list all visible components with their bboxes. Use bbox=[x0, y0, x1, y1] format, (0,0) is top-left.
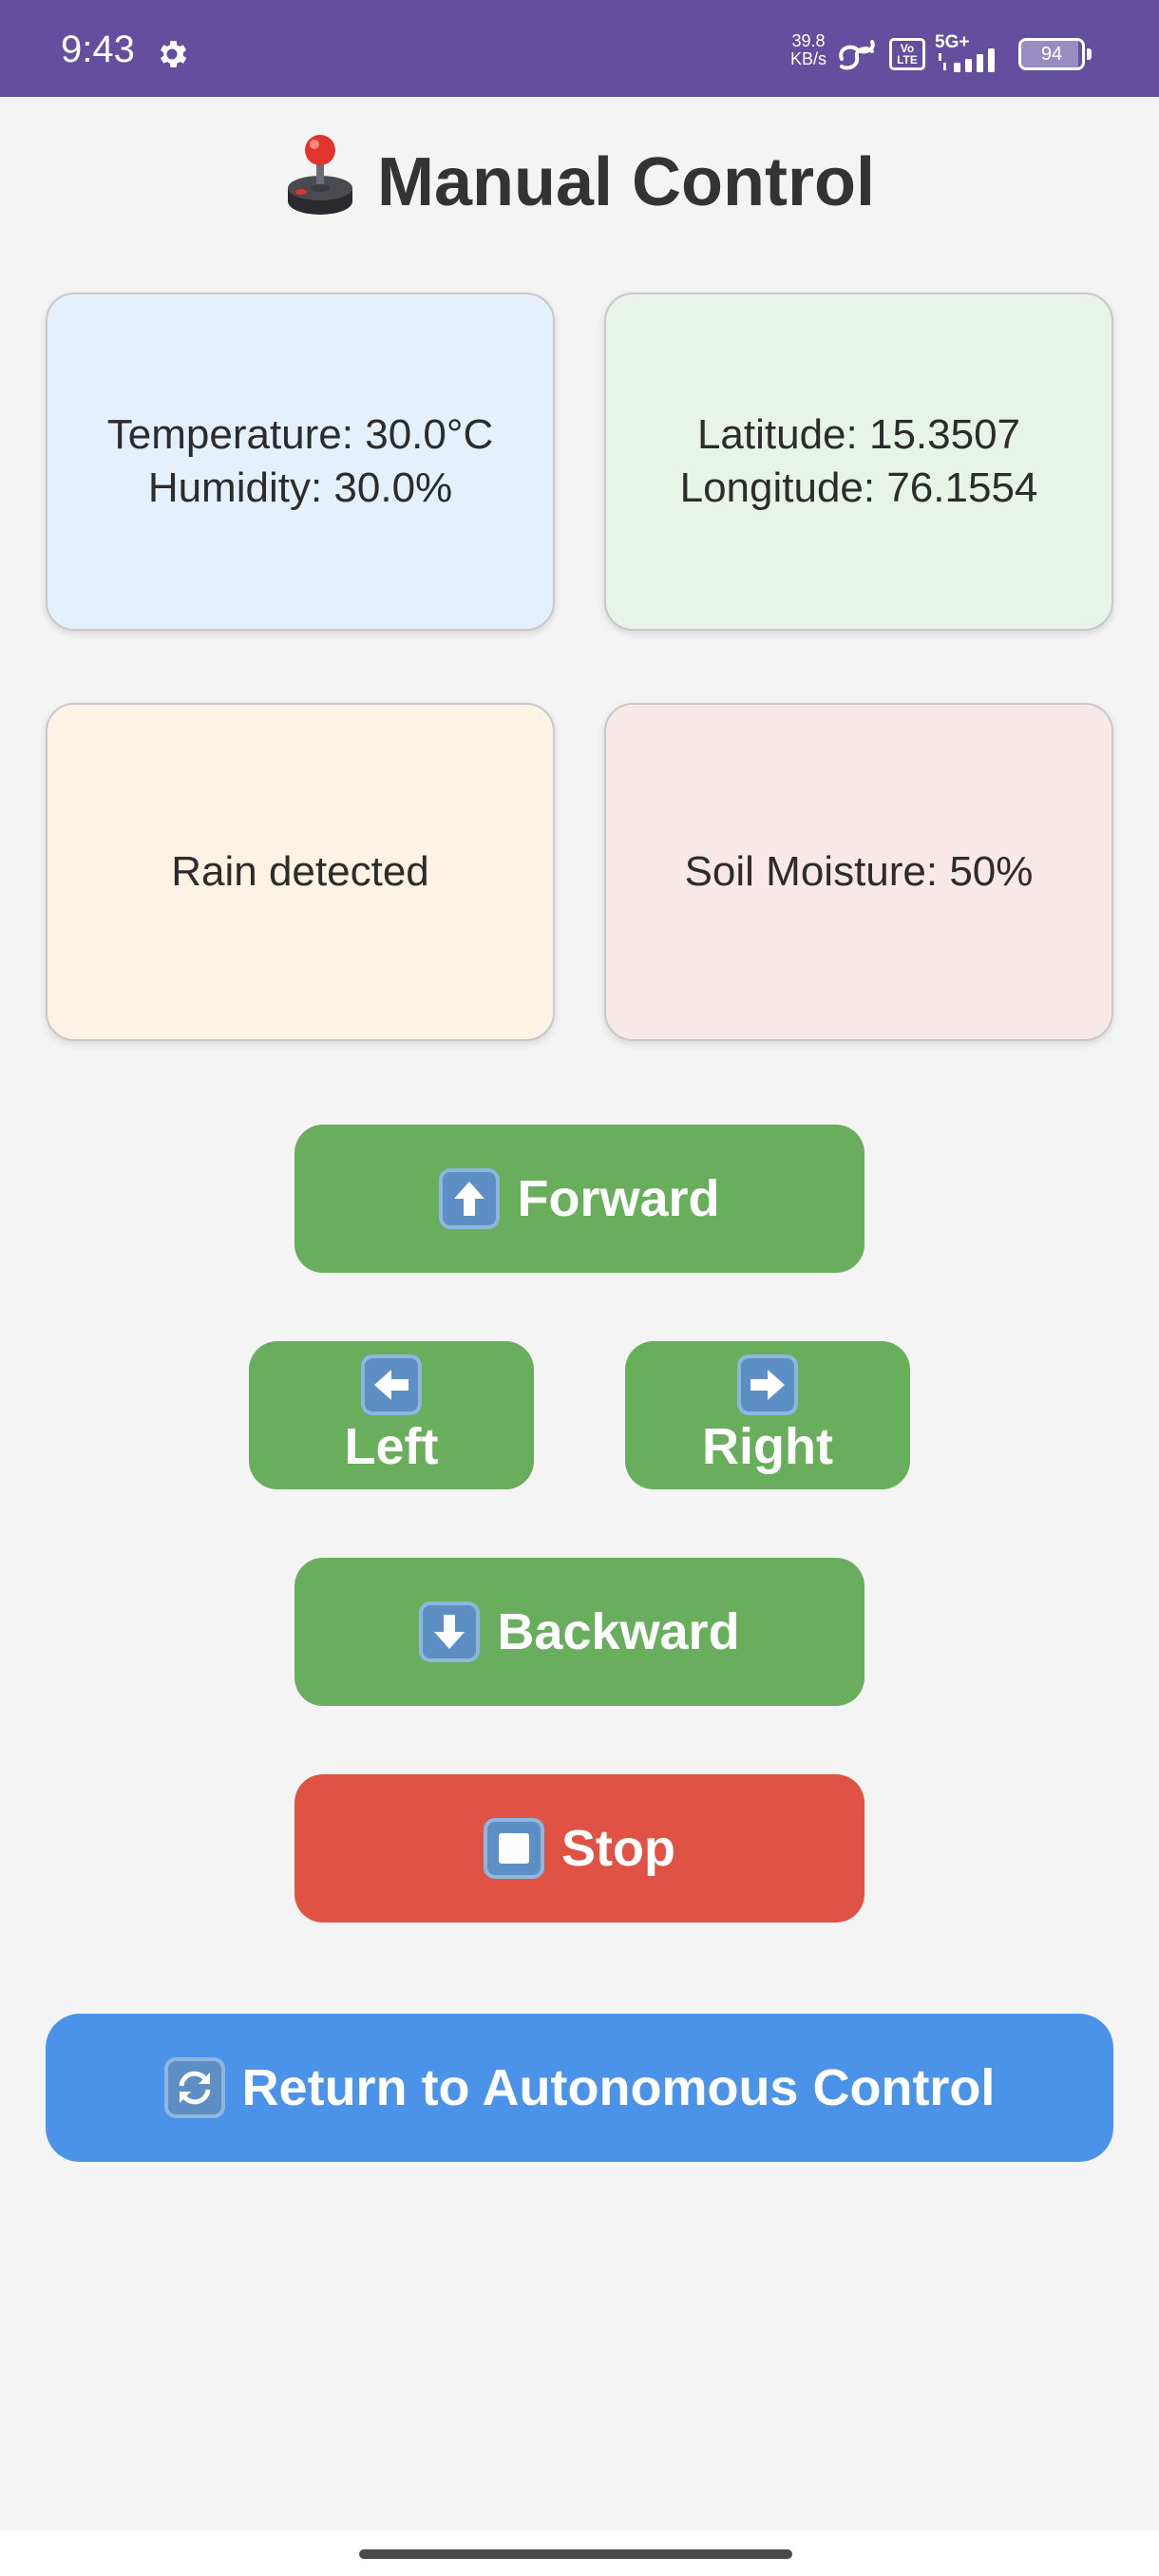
battery-level: 94 bbox=[1040, 44, 1063, 65]
status-bar: 9:43 39.8 KB/s Vo LTE 5G+ 94 bbox=[0, 0, 1159, 97]
latitude-value: Latitude: 15.3507 bbox=[696, 411, 1021, 458]
soil-moisture-value: Soil Moisture: 50% bbox=[684, 848, 1034, 895]
rain-card: Rain detected bbox=[46, 703, 555, 1041]
gps-card: Latitude: 15.3507 Longitude: 76.1554 bbox=[604, 293, 1113, 631]
volte-icon: Vo LTE bbox=[889, 38, 925, 70]
home-indicator[interactable] bbox=[359, 2549, 792, 2559]
left-button-label: Left bbox=[344, 1418, 439, 1475]
right-button-label: Right bbox=[702, 1418, 833, 1475]
arrow-down-icon bbox=[419, 1601, 481, 1662]
humidity-value: Humidity: 30.0% bbox=[147, 464, 453, 511]
joystick-icon bbox=[288, 135, 353, 215]
backward-button-label: Backward bbox=[497, 1603, 740, 1660]
signal-strength-icon bbox=[939, 48, 995, 72]
return-button-label: Return to Autonomous Control bbox=[241, 2059, 996, 2116]
network-speed-value: 39.8 bbox=[791, 31, 826, 50]
refresh-icon bbox=[163, 2057, 225, 2118]
arrow-right-icon bbox=[737, 1354, 798, 1415]
arrow-left-icon bbox=[361, 1354, 422, 1415]
weather-card: Temperature: 30.0°C Humidity: 30.0% bbox=[46, 293, 555, 631]
page-title: Manual Control bbox=[0, 133, 1159, 230]
arrow-up-icon bbox=[439, 1168, 501, 1229]
right-button[interactable]: Right bbox=[625, 1341, 910, 1489]
stop-button-label: Stop bbox=[561, 1820, 675, 1877]
page-title-text: Manual Control bbox=[377, 144, 875, 220]
left-button[interactable]: Left bbox=[249, 1341, 534, 1489]
battery-icon: 94 bbox=[1018, 38, 1092, 70]
forward-button[interactable]: Forward bbox=[294, 1125, 864, 1273]
status-time: 9:43 bbox=[61, 28, 135, 70]
stop-button[interactable]: Stop bbox=[294, 1774, 864, 1923]
rain-status: Rain detected bbox=[171, 848, 429, 895]
hotspot-icon bbox=[839, 40, 875, 70]
temperature-value: Temperature: 30.0°C bbox=[106, 411, 494, 458]
longitude-value: Longitude: 76.1554 bbox=[679, 464, 1038, 511]
stop-icon bbox=[484, 1818, 544, 1879]
battery-tip bbox=[1087, 48, 1092, 60]
gear-icon bbox=[160, 41, 187, 67]
network-speed: 39.8 KB/s bbox=[785, 32, 832, 68]
backward-button[interactable]: Backward bbox=[294, 1558, 864, 1706]
battery-body: 94 bbox=[1018, 38, 1085, 70]
return-to-autonomous-button[interactable]: Return to Autonomous Control bbox=[46, 2014, 1113, 2162]
network-speed-unit: KB/s bbox=[789, 49, 826, 68]
soil-moisture-card: Soil Moisture: 50% bbox=[604, 703, 1113, 1041]
forward-button-label: Forward bbox=[517, 1170, 720, 1227]
